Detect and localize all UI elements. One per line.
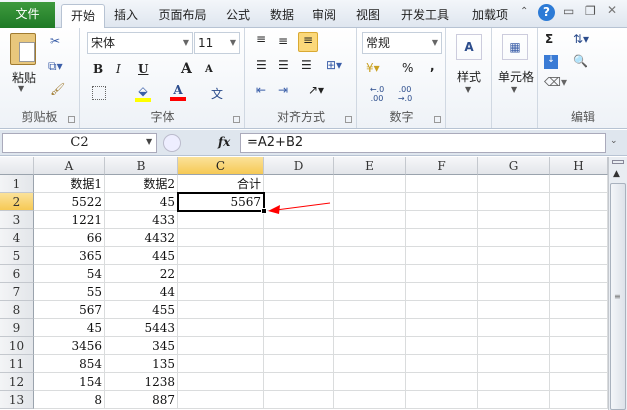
annotation-arrow-head [268, 205, 280, 214]
annotation-arrow-line [275, 202, 331, 211]
annotation-layer [268, 202, 331, 214]
